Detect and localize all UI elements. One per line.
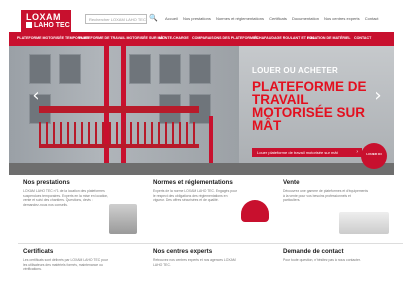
section-title: Nos centres experts <box>153 248 213 255</box>
page: LOXAM LAHO TEC Rechercher LOXAM LAHO TEC… <box>9 0 403 291</box>
section-image <box>339 212 389 234</box>
nav-item-location[interactable]: LOCATION DE MATÉRIEL <box>307 36 351 40</box>
section-title: Nos prestations <box>23 179 70 186</box>
section-body: Pour toute question, n'hésitez pas à nou… <box>283 258 361 262</box>
hero-badge[interactable]: LOUER ICI <box>361 143 387 169</box>
hero-eyebrow: LOUER OU ACHETER <box>252 66 339 75</box>
top-link-accueil[interactable]: Accueil <box>165 16 178 21</box>
top-link-contact[interactable]: Contact <box>365 16 379 21</box>
section-title: Normes et réglementations <box>153 179 233 186</box>
hero-ground <box>9 163 394 175</box>
section-image <box>109 204 137 234</box>
search-icon[interactable]: 🔍 <box>149 14 158 24</box>
section-vente: Vente Découvrez une gamme de plateformes… <box>279 176 394 236</box>
header: LOXAM LAHO TEC Rechercher LOXAM LAHO TEC… <box>9 0 394 32</box>
nav-item-comparaisons[interactable]: COMPARAISONS DES PLATEFORMES <box>192 36 258 40</box>
logo[interactable]: LOXAM LAHO TEC <box>21 10 71 32</box>
section-body: LOXAM LAHO TEC n°1 de la location des pl… <box>23 189 109 207</box>
logo-line1: LOXAM <box>26 12 61 22</box>
logo-line2: LAHO TEC <box>26 22 70 29</box>
logo-line2-text: LAHO TEC <box>34 22 70 29</box>
hero-title: PLATEFORME DE TRAVAIL MOTORISÉE SUR MÂT <box>252 79 367 133</box>
section-body: Retrouvez nos centres experts et nos age… <box>153 258 236 267</box>
chevron-right-icon: › <box>356 149 358 155</box>
nav-item-plateforme-mat[interactable]: PLATEFORME DE TRAVAIL MOTORISÉE SUR MÂT <box>79 36 165 40</box>
section-body: Découvrez une gamme de plateformes et d'… <box>283 189 369 203</box>
section-body: Experts de la norme LOXAM LAHO TEC. Enga… <box>153 189 237 203</box>
hero-cta-label: Louer plateforme de travail motorisée su… <box>257 150 338 155</box>
section-title: Vente <box>283 179 300 186</box>
section-body: Les certificats sont délivrés par LOXAM … <box>23 258 108 272</box>
grid-divider <box>18 243 403 244</box>
helmet-image <box>241 200 269 222</box>
section-contact: Demande de contact Pour toute question, … <box>279 245 394 291</box>
top-link-centres[interactable]: Nos centres experts <box>324 16 360 21</box>
nav-item-monte-charge[interactable]: MONTE-CHARGE <box>159 36 189 40</box>
top-link-prestations[interactable]: Nos prestations <box>183 16 211 21</box>
logo-square-icon <box>26 22 32 28</box>
hero-building-image <box>9 46 239 175</box>
top-links: Accueil Nos prestations Normes et réglem… <box>165 16 383 21</box>
section-centres: Nos centres experts Retrouvez nos centre… <box>149 245 274 291</box>
search-input[interactable]: Rechercher LOXAM LAHO TEC <box>85 14 147 24</box>
hero-prev-arrow-icon[interactable]: ‹ <box>29 86 43 106</box>
top-link-documentation[interactable]: Documentation <box>292 16 319 21</box>
nav-item-echafaudage[interactable]: ÉCHAFAUDAGE ROULANT ET PMA <box>254 36 315 40</box>
hero-cta-button[interactable]: Louer plateforme de travail motorisée su… <box>252 148 362 157</box>
section-title: Certificats <box>23 248 54 255</box>
top-link-normes[interactable]: Normes et réglementations <box>216 16 264 21</box>
top-link-certificats[interactable]: Certificats <box>269 16 287 21</box>
nav-item-contact[interactable]: CONTACT <box>354 36 371 40</box>
section-certificats: Certificats Les certificats sont délivré… <box>19 245 141 291</box>
section-normes: Normes et réglementations Experts de la … <box>149 176 274 236</box>
section-prestations: Nos prestations LOXAM LAHO TEC n°1 de la… <box>19 176 141 236</box>
section-title: Demande de contact <box>283 248 344 255</box>
main-nav: PLATEFORME MOTORISÉE TEMPORAIRE PLATEFOR… <box>9 32 394 46</box>
